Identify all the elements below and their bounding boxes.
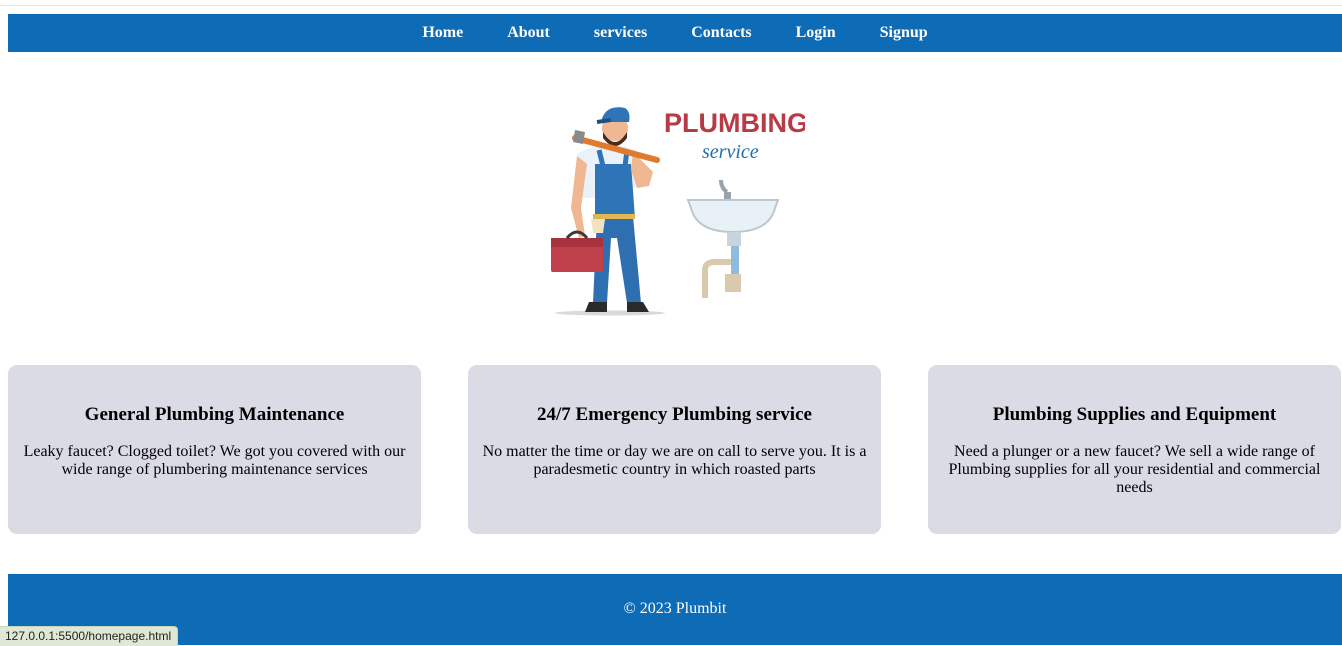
hero-plumber-illustration: PLUMBING service (545, 98, 808, 318)
plumber-belt (593, 214, 635, 219)
tool-pouch (591, 219, 605, 233)
pipe-wrench-jaw (573, 130, 585, 144)
nav-about-link[interactable]: About (485, 14, 572, 52)
footer-copyright: © 2023 Plumbit (623, 600, 727, 617)
service-card-maintenance: General Plumbing Maintenance Leaky fauce… (8, 365, 421, 534)
sink-basin (686, 199, 780, 234)
card-text: No matter the time or day we are on call… (482, 443, 867, 478)
plumber-right-shoe (627, 302, 649, 312)
page-footer: © 2023 Plumbit (8, 574, 1342, 645)
card-title: 24/7 Emergency Plumbing service (537, 404, 812, 425)
top-divider (0, 5, 1342, 6)
service-card-emergency: 24/7 Emergency Plumbing service No matte… (468, 365, 881, 534)
nav-signup-link[interactable]: Signup (858, 14, 950, 52)
nav-contacts-link[interactable]: Contacts (669, 14, 773, 52)
card-title: Plumbing Supplies and Equipment (992, 404, 1277, 425)
main-navbar: Home About services Contacts Login Signu… (8, 14, 1342, 52)
sink-faucet (719, 179, 729, 194)
nav-services-link[interactable]: services (572, 14, 669, 52)
card-text: Need a plunger or a new faucet? We sell … (948, 443, 1321, 496)
nav-login-link[interactable]: Login (774, 14, 858, 52)
toolbox-lid (551, 238, 603, 247)
browser-status-url: 127.0.0.1:5500/homepage.html (0, 626, 179, 646)
plumber-cap-brim (596, 118, 612, 124)
service-card-supplies: Plumbing Supplies and Equipment Need a p… (928, 365, 1341, 534)
sink-faucet-base (724, 192, 731, 200)
card-title: General Plumbing Maintenance (84, 404, 345, 425)
card-text: Leaky faucet? Clogged toilet? We got you… (23, 443, 406, 478)
plumber-illustration-svg: PLUMBING service (551, 107, 808, 316)
sink-drain (727, 232, 741, 246)
sink-pipe (731, 246, 739, 276)
services-cards: General Plumbing Maintenance Leaky fauce… (8, 365, 1342, 534)
logo-title: PLUMBING (664, 108, 805, 138)
sink-trap (725, 274, 741, 292)
nav-home-link[interactable]: Home (400, 14, 485, 52)
logo-subtitle: service (702, 141, 759, 163)
plumber-overalls (595, 164, 635, 218)
plumber-left-shoe (585, 302, 607, 312)
